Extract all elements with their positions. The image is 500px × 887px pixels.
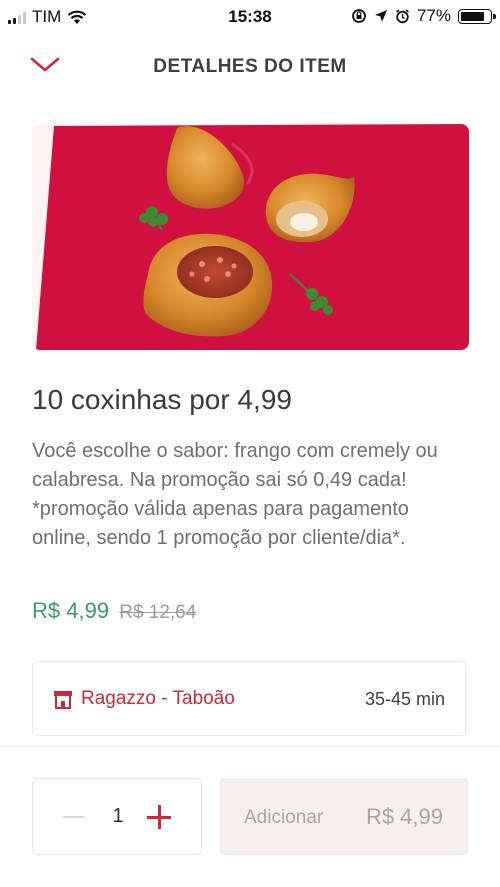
item-prices: R$ 4,99 R$ 12,64 [32,598,196,624]
add-price: R$ 4,99 [365,804,443,829]
status-right: 77% [351,6,496,26]
page-title: DETALHES DO ITEM [153,56,347,77]
add-label: Adicionar [244,807,324,828]
increment-button[interactable] [147,805,171,829]
item-title: 10 coxinhas por 4,99 [32,384,292,415]
header: DETALHES DO ITEM [0,34,500,98]
status-bar: TIM 15:38 77% [0,0,500,34]
coxinha-photo [36,124,469,350]
quantity-stepper: 1 [32,778,202,855]
current-price: R$ 4,99 [32,598,110,623]
decrement-button[interactable] [63,816,85,818]
battery-icon [458,8,496,24]
store-info: Ragazzo - Taboão [53,688,235,710]
rotation-lock-icon [352,9,366,23]
divider [0,746,500,747]
item-image [32,124,469,350]
item-description: Você escolhe o sabor: frango com cremely… [32,440,438,549]
store-card[interactable]: Ragazzo - Taboão 35-45 min [32,661,466,736]
battery-percent: 77% [416,6,451,25]
delivery-time: 35-45 min [364,689,445,709]
add-to-cart-button[interactable]: Adicionar R$ 4,99 [219,778,469,855]
location-icon [374,10,387,22]
alarm-icon [395,8,409,23]
store-icon [54,690,72,709]
old-price: R$ 12,64 [119,602,197,623]
quantity-value: 1 [112,805,124,827]
store-name: Ragazzo - Taboão [81,688,235,709]
